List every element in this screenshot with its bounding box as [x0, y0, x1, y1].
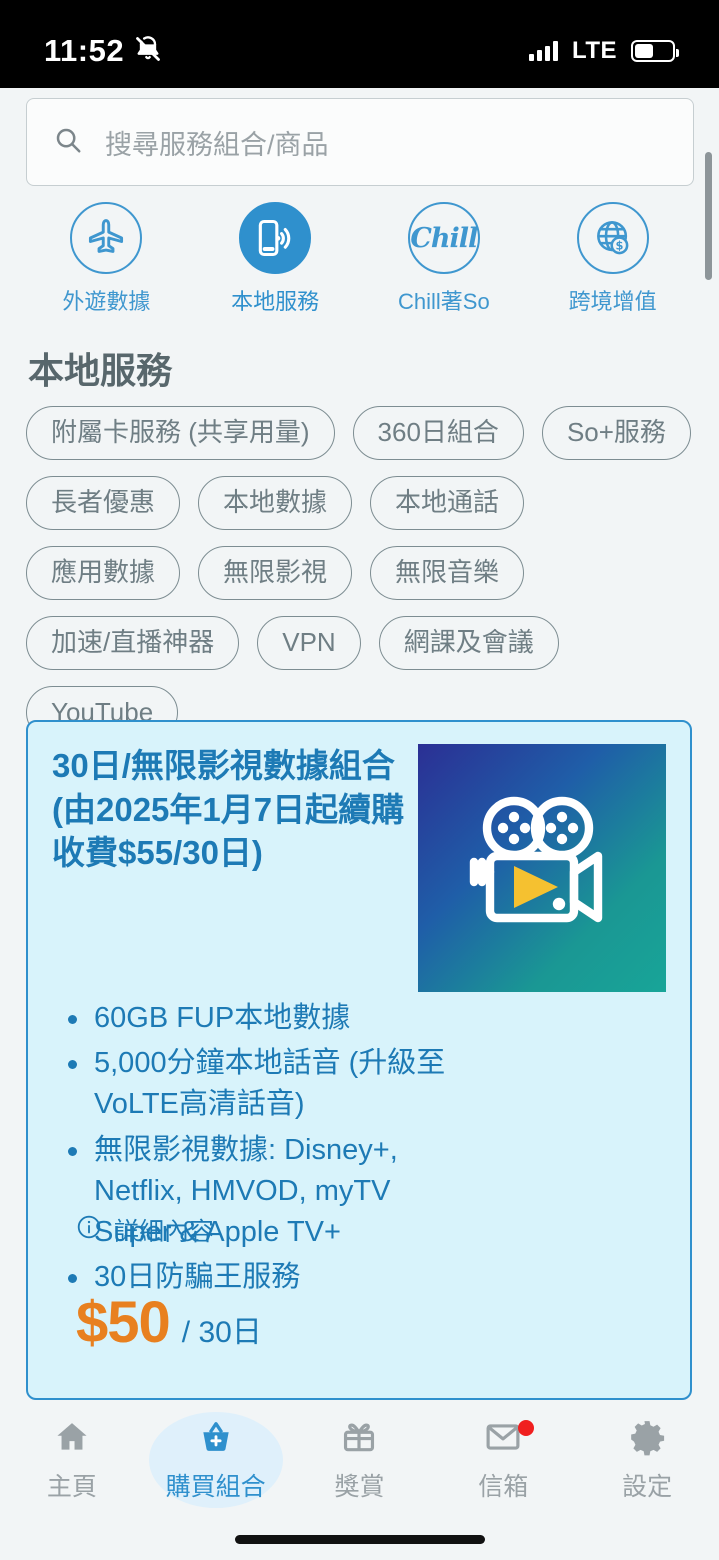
search-input-placeholder[interactable]: 搜尋服務組合/商品	[105, 123, 329, 162]
nav-item-home[interactable]: 主頁	[5, 1412, 139, 1508]
category-local-service[interactable]: 本地服務	[210, 202, 340, 316]
filter-chip[interactable]: So+服務	[541, 406, 691, 460]
signal-bars-icon	[528, 41, 558, 61]
category-external-data[interactable]: 外遊數據	[41, 202, 171, 316]
filter-chip[interactable]: 附屬卡服務 (共享用量)	[26, 406, 335, 460]
svg-text:$: $	[615, 239, 623, 253]
product-price-period: / 30日	[181, 1316, 262, 1349]
list-item: 5,000分鐘本地話音 (升級至VoLTE高清話音)	[52, 1043, 452, 1125]
status-bar: 11:52 LTE	[0, 0, 719, 88]
nav-label: 主頁	[46, 1472, 97, 1501]
gear-icon	[628, 1418, 666, 1461]
scrollbar-thumb[interactable]	[705, 152, 712, 280]
filter-chip[interactable]: 本地通話	[370, 475, 525, 530]
product-card[interactable]: 30日/無限影視數據組合 (由2025年1月7日起續購收費$55/30日) 60…	[26, 720, 692, 1400]
nav-item-mailbox[interactable]: 信箱	[436, 1412, 570, 1508]
filter-chip[interactable]: 本地數據	[198, 475, 353, 530]
filter-chip[interactable]: 無限音樂	[370, 545, 525, 600]
category-chill-so[interactable]: Chill Chill著So	[379, 202, 509, 316]
status-bar-right: LTE	[528, 37, 679, 65]
product-details-label: 詳細內容	[114, 1218, 215, 1246]
search-bar[interactable]: 搜尋服務組合/商品	[26, 98, 694, 186]
search-icon	[53, 125, 83, 160]
gift-icon	[340, 1418, 378, 1461]
globe-dollar-icon: $	[576, 202, 649, 274]
nav-item-buy-packages[interactable]: 購買組合	[148, 1412, 283, 1508]
chill-logo-icon: Chill	[407, 202, 480, 274]
bell-slash-icon	[134, 35, 162, 68]
filter-chip[interactable]: 無限影視	[198, 545, 353, 600]
phone-screen: 11:52 LTE 搜尋服務組合/商品 外遊數據 本地服務 Chill Chil…	[0, 0, 719, 1560]
home-indicator	[234, 1535, 485, 1544]
info-icon	[76, 1214, 102, 1247]
network-type: LTE	[571, 37, 617, 64]
category-cross-border[interactable]: $ 跨境增值	[548, 202, 678, 316]
phone-signal-icon	[239, 202, 312, 274]
product-title: 30日/無限影視數據組合 (由2025年1月7日起續購收費$55/30日)	[52, 747, 405, 872]
nav-label: 購買組合	[165, 1472, 266, 1501]
category-label: 跨境增值	[568, 289, 657, 314]
nav-label: 獎賞	[334, 1472, 385, 1501]
nav-label: 信箱	[478, 1472, 529, 1501]
filter-chip[interactable]: 網課及會議	[378, 615, 559, 670]
list-item: 60GB FUP本地數據	[52, 998, 452, 1039]
nav-item-rewards[interactable]: 獎賞	[292, 1412, 426, 1508]
product-price-row: $50 / 30日	[76, 1289, 262, 1356]
status-bar-left: 11:52	[44, 33, 162, 69]
category-label: Chill著So	[398, 289, 490, 314]
category-label: 本地服務	[231, 289, 320, 314]
movie-camera-icon	[418, 744, 666, 992]
filter-chip[interactable]: 應用數據	[26, 545, 181, 600]
filter-chip[interactable]: 加速/直播神器	[26, 615, 240, 670]
battery-icon	[631, 40, 679, 62]
category-label: 外遊數據	[62, 289, 151, 314]
nav-label: 設定	[622, 1472, 673, 1501]
product-price: $50	[76, 1290, 171, 1355]
filter-chip-list: 附屬卡服務 (共享用量) 360日組合 So+服務 長者優惠 本地數據 本地通話…	[26, 406, 696, 740]
filter-chip[interactable]: VPN	[257, 615, 361, 670]
filter-chip[interactable]: 360日組合	[352, 406, 524, 460]
filter-chip[interactable]: 長者優惠	[26, 475, 181, 530]
product-card-top: 30日/無限影視數據組合 (由2025年1月7日起續購收費$55/30日)	[52, 744, 666, 992]
airplane-icon	[70, 202, 143, 274]
category-row: 外遊數據 本地服務 Chill Chill著So $ 跨境增值	[0, 202, 719, 316]
section-title: 本地服務	[28, 350, 173, 391]
notification-badge	[518, 1420, 535, 1436]
product-details-link[interactable]: 詳細內容	[76, 1212, 214, 1248]
mail-icon	[484, 1418, 522, 1461]
basket-plus-icon	[197, 1418, 235, 1461]
home-icon	[53, 1418, 91, 1461]
search-box[interactable]: 搜尋服務組合/商品	[26, 98, 694, 186]
product-feature-list: 60GB FUP本地數據 5,000分鐘本地話音 (升級至VoLTE高清話音) …	[52, 998, 666, 1298]
status-time: 11:52	[44, 33, 125, 68]
nav-item-settings[interactable]: 設定	[580, 1412, 714, 1508]
bottom-navigation: 主頁 購買組合 獎賞 信箱 設定	[0, 1408, 719, 1512]
